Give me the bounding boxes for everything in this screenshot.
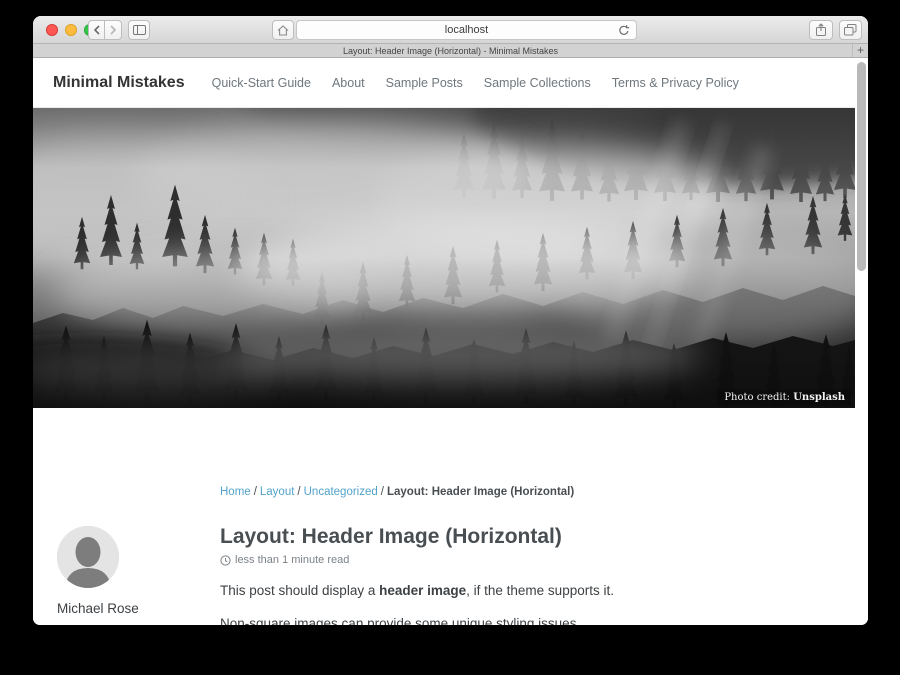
back-icon bbox=[93, 25, 101, 35]
breadcrumb: Home/Layout/Uncategorized/Layout: Header… bbox=[220, 486, 830, 498]
site-masthead: Minimal Mistakes Quick-Start Guide About… bbox=[33, 59, 855, 108]
nav-link-about[interactable]: About bbox=[332, 76, 365, 90]
page-content: Minimal Mistakes Quick-Start Guide About… bbox=[33, 59, 868, 625]
back-button[interactable] bbox=[88, 20, 105, 40]
photo-credit-link[interactable]: Unsplash bbox=[793, 392, 845, 403]
nav-link-sample-collections[interactable]: Sample Collections bbox=[484, 76, 591, 90]
tab-bar: Layout: Header Image (Horizontal) - Mini… bbox=[33, 44, 868, 58]
paragraph-1-bold: header image bbox=[379, 583, 466, 598]
breadcrumb-separator: / bbox=[297, 486, 300, 498]
history-buttons bbox=[88, 20, 122, 40]
address-bar[interactable]: localhost bbox=[296, 20, 637, 40]
breadcrumb-link-home[interactable]: Home bbox=[220, 486, 251, 498]
photo-credit: Photo credit: Unsplash bbox=[718, 390, 851, 406]
paragraph-1-text: This post should display a bbox=[220, 583, 379, 598]
nav-link-sample-posts[interactable]: Sample Posts bbox=[386, 76, 463, 90]
scrollbar-thumb[interactable] bbox=[857, 62, 866, 271]
page-title: Layout: Header Image (Horizontal) bbox=[220, 525, 830, 548]
minimize-window-button[interactable] bbox=[65, 24, 77, 36]
browser-toolbar: localhost bbox=[33, 16, 868, 44]
home-icon bbox=[277, 25, 289, 36]
nav-link-quick-start-guide[interactable]: Quick-Start Guide bbox=[212, 76, 311, 90]
reload-button[interactable] bbox=[618, 24, 630, 37]
site-nav: Quick-Start Guide About Sample Posts Sam… bbox=[212, 76, 739, 90]
clock-icon bbox=[220, 555, 231, 566]
url-text: localhost bbox=[445, 24, 488, 36]
tab-overview-button[interactable] bbox=[839, 20, 862, 40]
sidebar-icon bbox=[133, 25, 146, 35]
paragraph-2: Non-square images can provide some uniqu… bbox=[220, 617, 830, 625]
nav-link-terms-privacy-policy[interactable]: Terms & Privacy Policy bbox=[612, 76, 739, 90]
close-window-button[interactable] bbox=[46, 24, 58, 36]
paragraph-1: This post should display a header image,… bbox=[220, 584, 830, 599]
home-button[interactable] bbox=[272, 20, 294, 40]
forward-icon bbox=[109, 25, 117, 35]
sidebar-toggle-button[interactable] bbox=[128, 20, 150, 40]
foggy-forest-photo bbox=[33, 108, 855, 408]
tabs-icon bbox=[844, 24, 857, 36]
active-tab[interactable]: Layout: Header Image (Horizontal) - Mini… bbox=[343, 46, 558, 56]
share-button[interactable] bbox=[809, 20, 833, 40]
header-image: Photo credit: Unsplash bbox=[33, 108, 855, 408]
breadcrumb-current: Layout: Header Image (Horizontal) bbox=[387, 486, 574, 498]
forward-button[interactable] bbox=[105, 20, 122, 40]
share-icon bbox=[815, 23, 827, 37]
read-time: less than 1 minute read bbox=[235, 554, 349, 566]
breadcrumb-separator: / bbox=[381, 486, 384, 498]
author-bio: A flexible Jekyll theme for your blog or… bbox=[57, 624, 205, 625]
post-body: This post should display a header image,… bbox=[220, 584, 830, 625]
article-main: Home/Layout/Uncategorized/Layout: Header… bbox=[220, 486, 830, 625]
person-silhouette-icon bbox=[57, 526, 119, 588]
breadcrumb-separator: / bbox=[254, 486, 257, 498]
breadcrumb-link-uncategorized[interactable]: Uncategorized bbox=[304, 486, 378, 498]
photo-credit-label: Photo credit: bbox=[724, 392, 790, 403]
paragraph-1-text: , if the theme supports it. bbox=[466, 583, 614, 598]
browser-window: localhost Layout: Header Image (Horizont… bbox=[33, 16, 868, 625]
new-tab-button[interactable]: + bbox=[852, 44, 868, 57]
reload-icon bbox=[618, 24, 630, 37]
author-name: Michael Rose bbox=[57, 601, 205, 616]
site-title-link[interactable]: Minimal Mistakes bbox=[53, 74, 185, 92]
avatar bbox=[57, 526, 119, 588]
post-meta: less than 1 minute read bbox=[220, 554, 830, 566]
breadcrumb-link-layout[interactable]: Layout bbox=[260, 486, 295, 498]
author-sidebar: Michael Rose A flexible Jekyll theme for… bbox=[57, 526, 205, 625]
